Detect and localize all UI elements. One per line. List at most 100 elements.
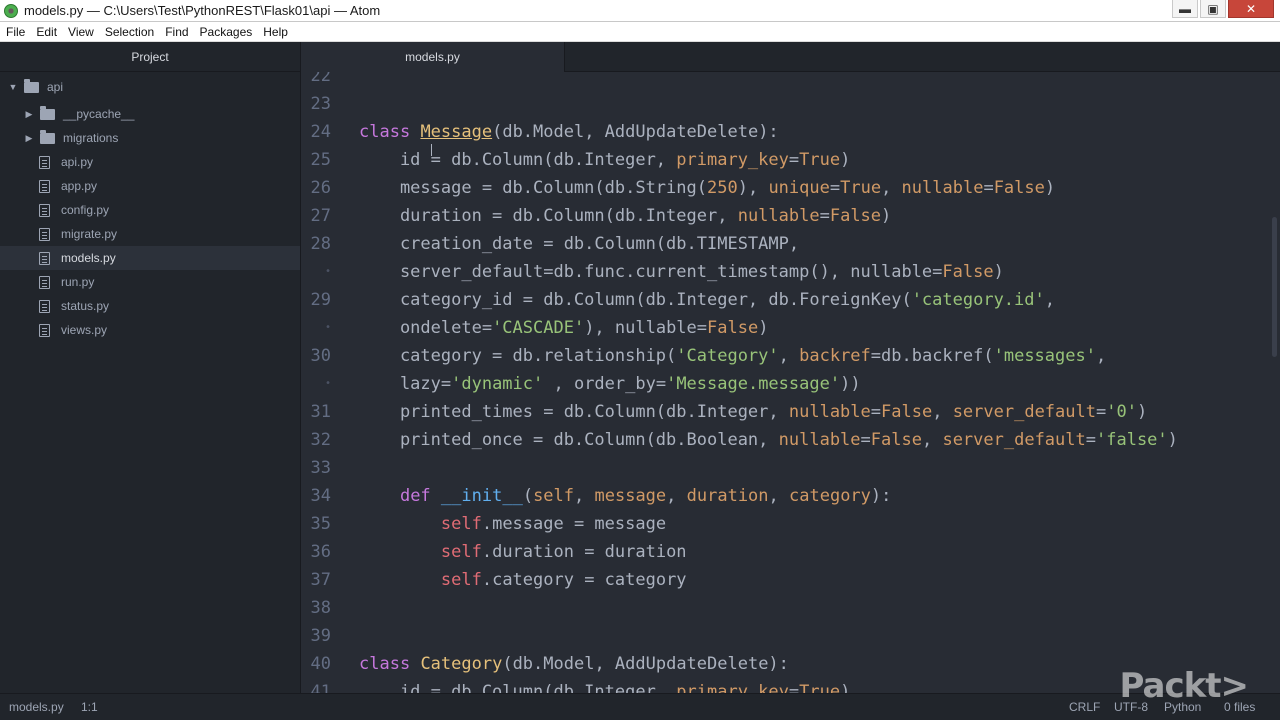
line-number: 29: [310, 290, 331, 310]
tree-file-models[interactable]: models.py: [0, 246, 300, 270]
line-number: 33: [310, 458, 331, 478]
line-number: 34: [310, 486, 331, 506]
line-number: 39: [310, 626, 331, 646]
line-number: 40: [310, 654, 331, 674]
file-text-icon: [39, 203, 50, 217]
code-line[interactable]: self.message = message: [359, 510, 666, 538]
line-number: 31: [310, 402, 331, 422]
code-line[interactable]: self.duration = duration: [359, 538, 687, 566]
tab-bar: models.py: [301, 42, 1280, 72]
tree-item-label: models.py: [61, 251, 116, 265]
folder-icon: [24, 78, 39, 93]
code-line[interactable]: duration = db.Column(db.Integer, nullabl…: [359, 202, 891, 230]
tree-item-label: migrate.py: [61, 227, 118, 241]
status-bar: models.py 1:1 CRLF UTF-8 Python 0 files: [0, 693, 1280, 720]
tree-item-label: config.py: [61, 203, 110, 217]
code-line[interactable]: self.category = category: [359, 566, 687, 594]
status-line-ending[interactable]: CRLF: [1069, 700, 1100, 714]
window-title: models.py — C:\Users\Test\PythonREST\Fla…: [24, 3, 381, 18]
code-line[interactable]: category_id = db.Column(db.Integer, db.F…: [359, 286, 1055, 314]
folder-icon: [40, 129, 55, 144]
chevron-right-icon: ▶: [25, 132, 33, 143]
line-number: •: [324, 322, 331, 333]
code-line[interactable]: printed_times = db.Column(db.Integer, nu…: [359, 398, 1147, 426]
title-bar: models.py — C:\Users\Test\PythonREST\Fla…: [0, 0, 1280, 22]
maximize-button[interactable]: ▣: [1200, 0, 1226, 18]
code-line[interactable]: printed_once = db.Column(db.Boolean, nul…: [359, 426, 1178, 454]
minimize-button[interactable]: ▬: [1172, 0, 1198, 18]
menu-file[interactable]: File: [6, 25, 31, 39]
close-button[interactable]: ✕: [1228, 0, 1274, 18]
tree-item-label: app.py: [61, 179, 98, 193]
line-number: 27: [310, 206, 331, 226]
file-text-icon: [39, 155, 50, 169]
line-number: 37: [310, 570, 331, 590]
code-line[interactable]: creation_date = db.Column(db.TIMESTAMP,: [359, 230, 799, 258]
menu-view[interactable]: View: [68, 25, 100, 39]
tree-folder-root[interactable]: ▼ api: [0, 75, 300, 99]
project-panel-title[interactable]: Project: [0, 42, 300, 72]
file-text-icon: [39, 251, 50, 265]
code-line[interactable]: def __init__(self, message, duration, ca…: [359, 482, 891, 510]
file-text-icon: [39, 323, 50, 337]
tab-models-py[interactable]: models.py: [301, 42, 565, 72]
menu-packages[interactable]: Packages: [200, 25, 259, 39]
tree-file-config[interactable]: config.py: [0, 198, 300, 222]
tree-item-label: api: [47, 80, 64, 94]
tree-item-label: __pycache__: [63, 107, 135, 121]
text-cursor: [431, 144, 432, 156]
tree-folder-pycache[interactable]: ▶ __pycache__: [0, 102, 300, 126]
line-number: 26: [310, 178, 331, 198]
file-text-icon: [39, 299, 50, 313]
code-line[interactable]: lazy='dynamic' , order_by='Message.messa…: [359, 370, 861, 398]
line-number: 41: [310, 682, 331, 693]
line-number: 38: [310, 598, 331, 618]
tree-file-api[interactable]: api.py: [0, 150, 300, 174]
code-line[interactable]: class Category(db.Model, AddUpdateDelete…: [359, 650, 789, 678]
menu-find[interactable]: Find: [165, 25, 194, 39]
line-number: 30: [310, 346, 331, 366]
status-file-name[interactable]: models.py: [9, 700, 64, 714]
project-panel: Project ▼ api ▶ __pycache__ ▶ migrations…: [0, 42, 301, 693]
file-text-icon: [39, 227, 50, 241]
code-line[interactable]: class Message(db.Model, AddUpdateDelete)…: [359, 118, 779, 146]
tree-item-label: run.py: [61, 275, 95, 289]
tree-file-run[interactable]: run.py: [0, 270, 300, 294]
code-line[interactable]: id = db.Column(db.Integer, primary_key=T…: [359, 678, 850, 693]
code-line[interactable]: id = db.Column(db.Integer, primary_key=T…: [359, 146, 850, 174]
tree-file-migrate[interactable]: migrate.py: [0, 222, 300, 246]
line-number: 32: [310, 430, 331, 450]
status-cursor-position[interactable]: 1:1: [81, 700, 98, 714]
file-text-icon: [39, 275, 50, 289]
line-number: •: [324, 378, 331, 389]
tree-item-label: api.py: [61, 155, 94, 169]
menu-edit[interactable]: Edit: [36, 25, 63, 39]
line-number: 36: [310, 542, 331, 562]
menu-bar: File Edit View Selection Find Packages H…: [0, 22, 1280, 42]
line-number: 35: [310, 514, 331, 534]
tree-item-label: status.py: [61, 299, 110, 313]
vertical-scrollbar[interactable]: [1272, 217, 1277, 357]
tree-item-label: migrations: [63, 131, 119, 145]
menu-help[interactable]: Help: [263, 25, 294, 39]
line-number: 24: [310, 122, 331, 142]
tree-folder-migrations[interactable]: ▶ migrations: [0, 126, 300, 150]
chevron-down-icon: ▼: [8, 82, 18, 92]
code-line[interactable]: ondelete='CASCADE'), nullable=False): [359, 314, 769, 342]
code-editor[interactable]: 22 23 24 25 26 27 28 • 29 • 30 • 31 32 33 34 35 36 37 38 39 4…: [301, 72, 1280, 693]
file-text-icon: [39, 179, 50, 193]
code-line[interactable]: category = db.relationship('Category', b…: [359, 342, 1106, 370]
menu-selection[interactable]: Selection: [105, 25, 160, 39]
tree-file-app[interactable]: app.py: [0, 174, 300, 198]
line-number: 28: [310, 234, 331, 254]
line-number: 22: [310, 72, 331, 86]
tree-item-label: views.py: [61, 323, 108, 337]
tree-file-views[interactable]: views.py: [0, 318, 300, 342]
chevron-right-icon: ▶: [25, 108, 33, 119]
packt-watermark-logo: Packt>: [1119, 666, 1249, 706]
code-line[interactable]: message = db.Column(db.String(250), uniq…: [359, 174, 1055, 202]
line-number: •: [324, 266, 331, 277]
atom-logo-icon: [4, 3, 18, 18]
tree-file-status[interactable]: status.py: [0, 294, 300, 318]
code-line[interactable]: server_default=db.func.current_timestamp…: [359, 258, 1004, 286]
